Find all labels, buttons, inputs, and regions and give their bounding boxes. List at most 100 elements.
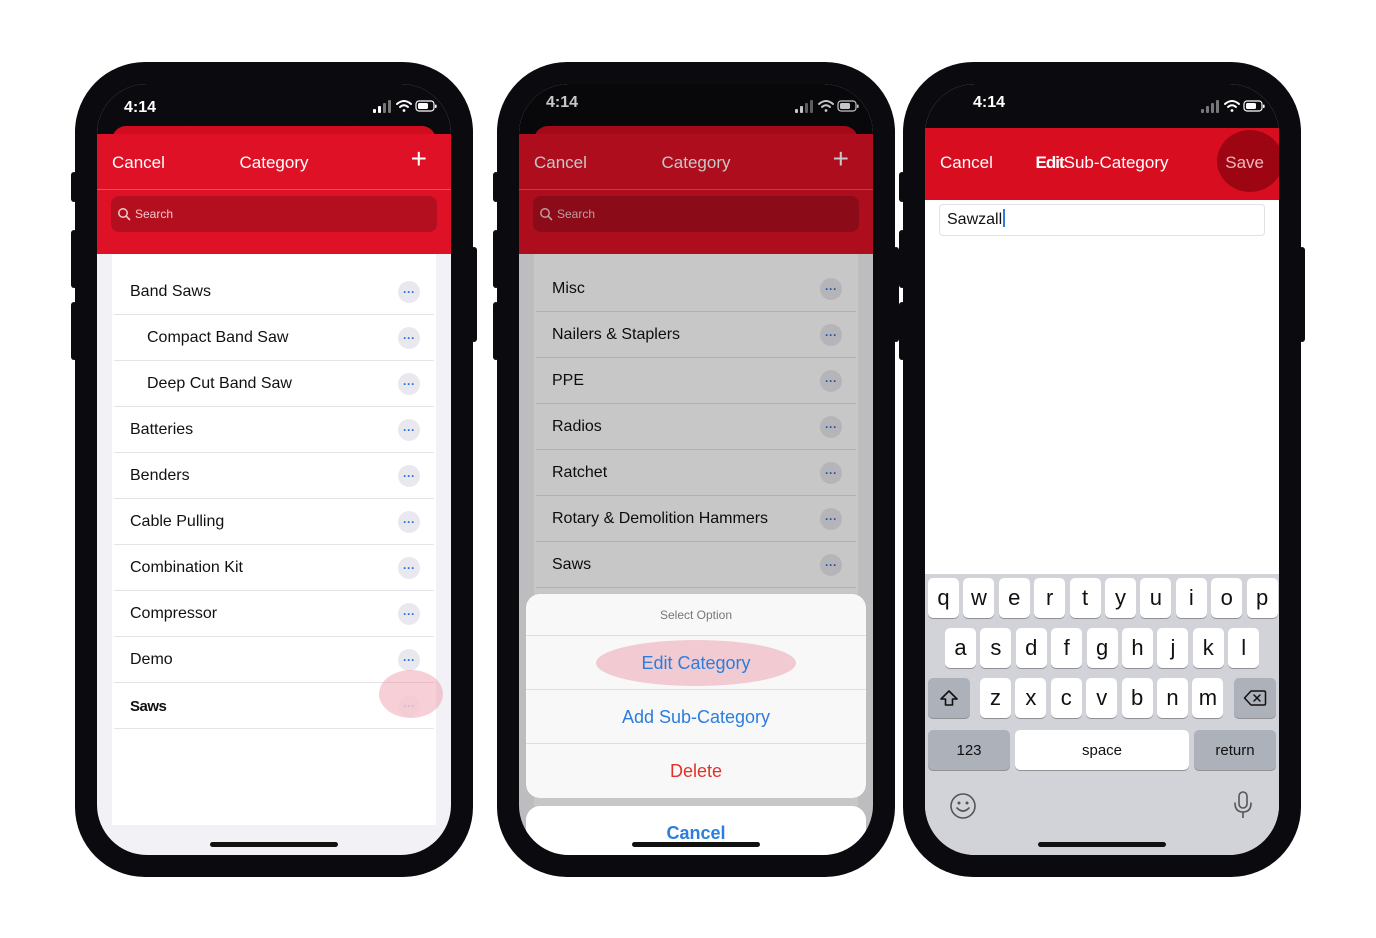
table-row[interactable]: Batteries ···: [112, 407, 436, 453]
screen: 4:14 Cancel EditSub-Category Save Sawzal…: [925, 84, 1279, 855]
page-title-edit: Edit: [1035, 153, 1065, 172]
more-options-icon[interactable]: ···: [820, 324, 842, 346]
table-row[interactable]: Ratchet ···: [534, 450, 858, 496]
key-o[interactable]: o: [1211, 578, 1243, 618]
key-c[interactable]: c: [1050, 678, 1082, 718]
table-row[interactable]: Saws ···: [534, 542, 858, 588]
table-row[interactable]: Cable Pulling ···: [112, 499, 436, 545]
table-row[interactable]: Radios ···: [534, 404, 858, 450]
page-title-sub-category: Sub-Category: [1063, 153, 1169, 172]
add-category-button[interactable]: +: [411, 145, 427, 173]
more-options-icon[interactable]: ···: [398, 557, 420, 579]
emoji-icon[interactable]: [949, 792, 977, 820]
more-options-icon[interactable]: ···: [820, 416, 842, 438]
search-input[interactable]: Search: [111, 196, 437, 232]
key-p[interactable]: p: [1246, 578, 1278, 618]
more-options-icon[interactable]: ···: [820, 462, 842, 484]
home-indicator: [210, 842, 338, 847]
table-row[interactable]: Band Saws ···: [112, 269, 436, 315]
more-options-icon[interactable]: ···: [398, 327, 420, 349]
table-row[interactable]: Nailers & Staplers ···: [534, 312, 858, 358]
key-k[interactable]: k: [1192, 628, 1224, 668]
delete-option[interactable]: Delete: [526, 744, 866, 798]
more-options-icon[interactable]: ···: [820, 508, 842, 530]
mute-switch: [493, 172, 499, 202]
return-key[interactable]: return: [1194, 730, 1276, 770]
row-label: Compact Band Saw: [147, 329, 289, 346]
table-row[interactable]: Deep Cut Band Saw ···: [112, 361, 436, 407]
add-category-button[interactable]: +: [833, 145, 849, 173]
key-x[interactable]: x: [1015, 678, 1047, 718]
save-button[interactable]: Save: [1225, 153, 1264, 173]
table-row[interactable]: Benders ···: [112, 453, 436, 499]
key-e[interactable]: e: [998, 578, 1030, 618]
row-separator: [114, 728, 434, 729]
sub-category-name-input[interactable]: Sawzall: [939, 204, 1265, 236]
more-options-icon[interactable]: ···: [398, 649, 420, 671]
search-input[interactable]: Search: [533, 196, 859, 232]
row-label: Rotary & Demolition Hammers: [552, 510, 769, 527]
more-options-icon[interactable]: ···: [398, 281, 420, 303]
microphone-icon[interactable]: [1231, 790, 1255, 820]
table-row[interactable]: PPE ···: [534, 358, 858, 404]
key-f[interactable]: f: [1051, 628, 1083, 668]
numbers-key[interactable]: 123: [928, 730, 1010, 770]
shift-key[interactable]: [928, 678, 970, 718]
key-l[interactable]: l: [1228, 628, 1260, 668]
more-options-icon[interactable]: ···: [398, 603, 420, 625]
input-value: Sawzall: [947, 211, 1003, 228]
key-d[interactable]: d: [1015, 628, 1047, 668]
table-row[interactable]: Compressor ···: [112, 591, 436, 637]
signal-icon: [373, 100, 391, 113]
key-w[interactable]: w: [963, 578, 995, 618]
key-u[interactable]: u: [1140, 578, 1172, 618]
key-m[interactable]: m: [1192, 678, 1224, 718]
key-j[interactable]: j: [1157, 628, 1189, 668]
backspace-key[interactable]: [1234, 678, 1276, 718]
phone-category-list: 4:14 Cancel Category + Search Band Saws ·…: [71, 62, 477, 877]
page-title: Category: [661, 153, 731, 172]
table-row[interactable]: Combination Kit ···: [112, 545, 436, 591]
key-g[interactable]: g: [1086, 628, 1118, 668]
backspace-icon: [1243, 690, 1267, 706]
row-label: Saws: [130, 697, 167, 715]
key-i[interactable]: i: [1175, 578, 1207, 618]
key-z[interactable]: z: [980, 678, 1011, 718]
key-v[interactable]: v: [1086, 678, 1118, 718]
space-key[interactable]: space: [1015, 730, 1189, 770]
more-options-icon[interactable]: ···: [398, 465, 420, 487]
table-row[interactable]: Misc ···: [534, 266, 858, 312]
more-options-icon[interactable]: ···: [398, 373, 420, 395]
edit-category-option[interactable]: Edit Category: [526, 636, 866, 690]
key-y[interactable]: y: [1105, 578, 1136, 618]
key-h[interactable]: h: [1122, 628, 1153, 668]
row-label: Batteries: [130, 421, 194, 438]
key-t[interactable]: t: [1069, 578, 1101, 618]
more-options-icon[interactable]: ···: [398, 511, 420, 533]
power-button: [1299, 247, 1305, 342]
key-a[interactable]: a: [945, 628, 976, 668]
notch: [1009, 84, 1195, 126]
key-s[interactable]: s: [980, 628, 1012, 668]
table-row[interactable]: Compact Band Saw ···: [112, 315, 436, 361]
search-band: Search: [97, 189, 451, 254]
status-icons: [373, 100, 437, 113]
screen: 4:14 Cancel Category + Search Band Saws ·…: [97, 84, 451, 855]
key-b[interactable]: b: [1121, 678, 1153, 718]
row-label: Cable Pulling: [130, 513, 225, 530]
add-sub-category-option[interactable]: Add Sub-Category: [526, 690, 866, 744]
key-r[interactable]: r: [1034, 578, 1066, 618]
status-time: 4:14: [546, 94, 579, 111]
status-icons: [795, 100, 859, 113]
key-n[interactable]: n: [1157, 678, 1188, 718]
more-options-icon[interactable]: ···: [820, 554, 842, 576]
more-options-icon[interactable]: ···: [820, 278, 842, 300]
sheet-cancel-button[interactable]: Cancel: [526, 806, 866, 855]
search-placeholder: Search: [557, 207, 596, 221]
more-options-icon[interactable]: ···: [398, 419, 420, 441]
home-indicator: [632, 842, 760, 847]
table-row[interactable]: Rotary & Demolition Hammers ···: [534, 496, 858, 542]
key-q[interactable]: q: [928, 578, 959, 618]
row-label: PPE: [552, 372, 585, 389]
more-options-icon[interactable]: ···: [820, 370, 842, 392]
